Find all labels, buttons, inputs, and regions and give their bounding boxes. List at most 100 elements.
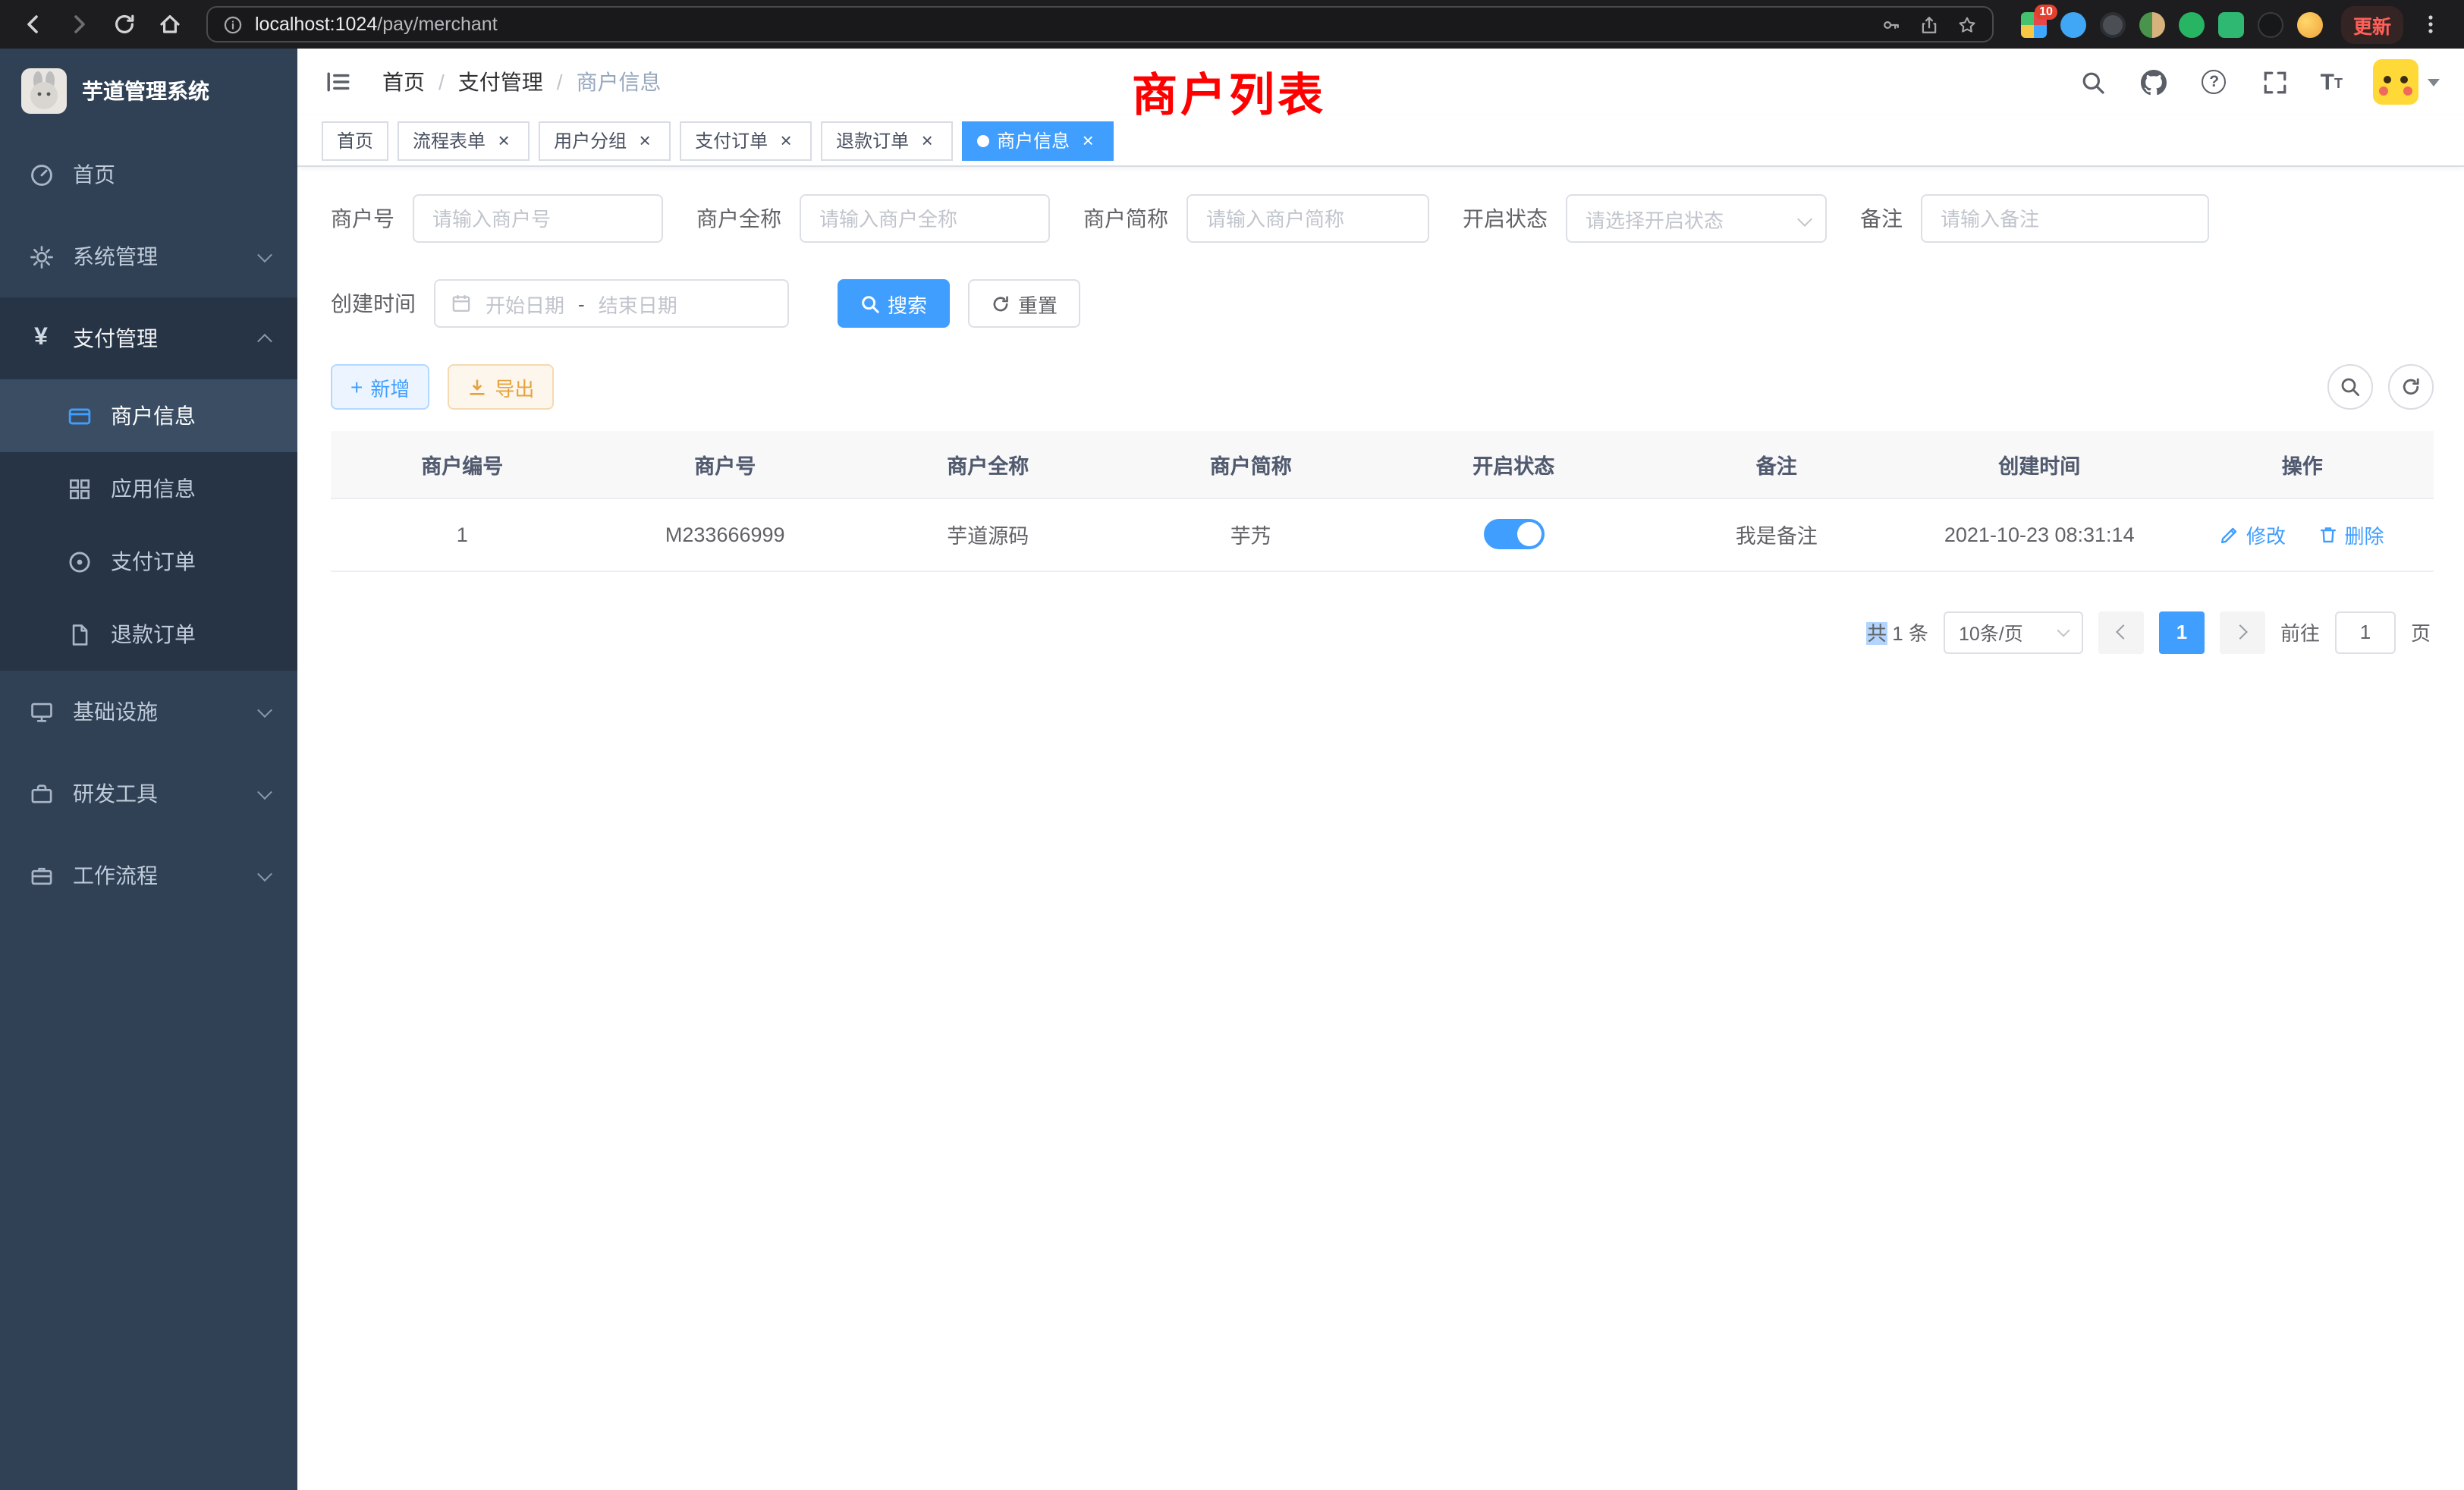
delete-link[interactable]: 删除 bbox=[2319, 520, 2384, 549]
browser-menu-icon[interactable] bbox=[2412, 6, 2449, 42]
filter-merchant-no: 商户号 bbox=[331, 194, 663, 243]
refresh-table-button[interactable] bbox=[2388, 364, 2434, 410]
date-range-picker[interactable]: 开始日期 - 结束日期 bbox=[434, 279, 789, 328]
page-size-select[interactable]: 10条/页 bbox=[1944, 611, 2083, 653]
tab-pay-orders[interactable]: 支付订单× bbox=[680, 121, 812, 160]
close-icon[interactable]: × bbox=[493, 130, 514, 151]
chevron-down-icon bbox=[257, 247, 272, 262]
url-path: /pay/merchant bbox=[377, 14, 497, 35]
github-icon[interactable] bbox=[2139, 67, 2169, 97]
home-icon[interactable] bbox=[152, 6, 188, 42]
app-window: 芋道管理系统 首页 系统管理 ¥ 支付管理 bbox=[0, 49, 2464, 1490]
target-circle-icon bbox=[67, 549, 93, 574]
share-icon[interactable] bbox=[1919, 14, 1939, 34]
fullscreen-icon[interactable] bbox=[2260, 67, 2290, 97]
sidebar-item-label: 商户信息 bbox=[111, 401, 196, 431]
prev-page-button[interactable] bbox=[2098, 611, 2144, 653]
sidebar-item-dev-tools[interactable]: 研发工具 bbox=[0, 753, 297, 835]
sidebar-brand[interactable]: 芋道管理系统 bbox=[0, 49, 297, 134]
extension-icon-6[interactable] bbox=[2218, 11, 2244, 37]
close-icon[interactable]: × bbox=[916, 130, 938, 151]
col-full-name: 商户全称 bbox=[856, 431, 1120, 498]
sidebar-item-label: 首页 bbox=[73, 159, 115, 190]
chevron-down-icon bbox=[1797, 212, 1812, 227]
close-icon[interactable]: × bbox=[634, 130, 655, 151]
breadcrumb-payment[interactable]: 支付管理 bbox=[458, 67, 543, 97]
reload-icon[interactable] bbox=[106, 6, 143, 42]
cell-merchant-no: M233666999 bbox=[594, 498, 857, 571]
toolbox-icon bbox=[27, 780, 55, 807]
address-bar[interactable]: localhost:1024/pay/merchant bbox=[206, 6, 1994, 42]
sidebar-item-workflow[interactable]: 工作流程 bbox=[0, 835, 297, 916]
add-button[interactable]: + 新增 bbox=[331, 364, 429, 410]
breadcrumb-home[interactable]: 首页 bbox=[382, 67, 425, 97]
merchant-no-input[interactable] bbox=[413, 194, 663, 243]
sidebar-item-payment[interactable]: ¥ 支付管理 bbox=[0, 297, 297, 379]
col-status: 开启状态 bbox=[1382, 431, 1645, 498]
merchant-table: 商户编号 商户号 商户全称 商户简称 开启状态 备注 创建时间 操作 1 bbox=[331, 431, 2434, 571]
cell-merchant-id: 1 bbox=[331, 498, 594, 571]
export-button[interactable]: 导出 bbox=[448, 364, 554, 410]
font-size-icon[interactable]: TT bbox=[2321, 71, 2343, 93]
extension-icon-4[interactable] bbox=[2139, 11, 2165, 37]
url-text: localhost:1024/pay/merchant bbox=[255, 14, 498, 35]
close-icon[interactable]: × bbox=[775, 130, 797, 151]
status-toggle[interactable] bbox=[1483, 519, 1544, 549]
sidebar-item-infrastructure[interactable]: 基础设施 bbox=[0, 671, 297, 753]
close-icon[interactable]: × bbox=[1077, 130, 1098, 151]
url-host: localhost:1024 bbox=[255, 14, 377, 35]
toggle-search-button[interactable] bbox=[2327, 364, 2373, 410]
page-info-icon[interactable] bbox=[223, 14, 243, 34]
sidebar-item-merchant-info[interactable]: 商户信息 bbox=[0, 379, 297, 452]
tab-process-form[interactable]: 流程表单× bbox=[398, 121, 530, 160]
sidebar-item-pay-orders[interactable]: 支付订单 bbox=[0, 525, 297, 598]
reset-button[interactable]: 重置 bbox=[968, 279, 1080, 328]
breadcrumb-separator: / bbox=[557, 70, 563, 94]
merchant-card-icon bbox=[67, 403, 93, 429]
sidebar-item-app-info[interactable]: 应用信息 bbox=[0, 452, 297, 525]
edit-link[interactable]: 修改 bbox=[2220, 520, 2286, 549]
sidebar-item-home[interactable]: 首页 bbox=[0, 134, 297, 215]
filter-create-time: 创建时间 开始日期 - 结束日期 bbox=[331, 279, 789, 328]
user-avatar[interactable] bbox=[2373, 59, 2440, 105]
tab-merchant-info[interactable]: 商户信息× bbox=[962, 121, 1114, 160]
back-icon[interactable] bbox=[15, 6, 52, 42]
sidebar-item-system[interactable]: 系统管理 bbox=[0, 215, 297, 297]
forward-icon[interactable] bbox=[61, 6, 97, 42]
active-dot-icon bbox=[977, 134, 989, 146]
sidebar-item-refund-orders[interactable]: 退款订单 bbox=[0, 598, 297, 671]
trash-icon bbox=[2319, 524, 2339, 544]
tab-home[interactable]: 首页 bbox=[322, 121, 388, 160]
monitor-icon bbox=[27, 698, 55, 725]
extension-icon-5[interactable] bbox=[2179, 11, 2205, 37]
remark-input[interactable] bbox=[1921, 194, 2209, 243]
search-button[interactable]: 搜索 bbox=[838, 279, 950, 328]
tab-refund-orders[interactable]: 退款订单× bbox=[821, 121, 953, 160]
profile-avatar-icon[interactable] bbox=[2297, 11, 2323, 37]
goto-page-input[interactable] bbox=[2335, 611, 2396, 653]
chrome-update-button[interactable]: 更新 bbox=[2341, 5, 2403, 43]
tab-user-group[interactable]: 用户分组× bbox=[539, 121, 671, 160]
address-bar-actions bbox=[1881, 14, 1977, 34]
search-icon[interactable] bbox=[2078, 67, 2108, 97]
extension-icon-2[interactable] bbox=[2060, 11, 2086, 37]
password-key-icon[interactable] bbox=[1881, 14, 1901, 34]
short-name-input[interactable] bbox=[1186, 194, 1429, 243]
chevron-down-icon bbox=[257, 866, 272, 881]
bookmark-star-icon[interactable] bbox=[1957, 14, 1977, 34]
next-page-button[interactable] bbox=[2220, 611, 2265, 653]
page-number-1[interactable]: 1 bbox=[2159, 611, 2205, 653]
full-name-input[interactable] bbox=[800, 194, 1050, 243]
status-select[interactable]: 请选择开启状态 bbox=[1566, 194, 1827, 243]
cell-create-time: 2021-10-23 08:31:14 bbox=[1908, 498, 2171, 571]
extension-icon-7[interactable] bbox=[2258, 11, 2283, 37]
cell-status bbox=[1382, 498, 1645, 571]
gear-icon bbox=[27, 243, 55, 270]
refresh-icon bbox=[2400, 376, 2422, 398]
extension-icon-1[interactable]: 10 bbox=[2021, 11, 2047, 37]
help-icon[interactable]: ? bbox=[2199, 67, 2230, 97]
hamburger-icon[interactable] bbox=[322, 65, 355, 99]
tags-view-bar: 首页 流程表单× 用户分组× 支付订单× 退款订单× 商户信息× bbox=[297, 115, 2464, 167]
sidebar-item-label: 支付管理 bbox=[73, 323, 158, 354]
extension-icon-3[interactable] bbox=[2100, 11, 2126, 37]
